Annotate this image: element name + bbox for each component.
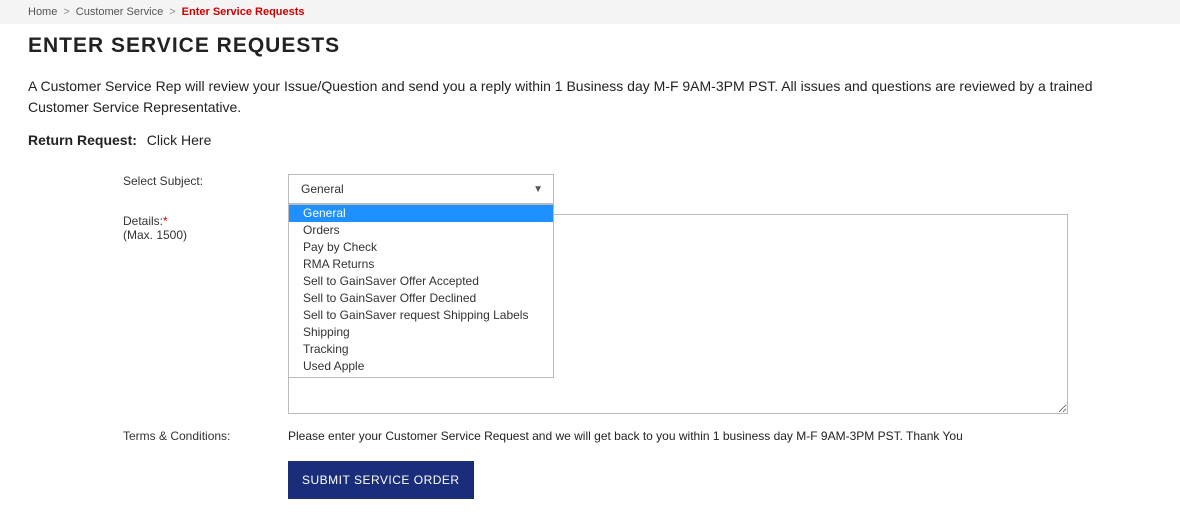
subject-select-value: General: [301, 182, 344, 196]
subject-option[interactable]: Shipping: [289, 324, 553, 341]
terms-label: Terms & Conditions:: [28, 429, 288, 499]
breadcrumb-current: Enter Service Requests: [182, 6, 305, 18]
breadcrumb-home[interactable]: Home: [28, 6, 57, 18]
subject-option[interactable]: Sell to GainSaver Offer Accepted: [289, 273, 553, 290]
page-title: ENTER SERVICE REQUESTS: [28, 34, 1152, 58]
required-asterisk-icon: *: [163, 214, 168, 228]
subject-option[interactable]: Tracking: [289, 341, 553, 358]
breadcrumb: Home > Customer Service > Enter Service …: [0, 0, 1180, 24]
subject-option[interactable]: Sell to GainSaver request Shipping Label…: [289, 307, 553, 324]
submit-button[interactable]: SUBMIT SERVICE ORDER: [288, 461, 474, 499]
breadcrumb-sep-icon: >: [169, 6, 175, 18]
subject-option[interactable]: Pay by Check: [289, 239, 553, 256]
subject-dropdown-list[interactable]: General Orders Pay by Check RMA Returns …: [288, 204, 554, 378]
return-line: Return Request: Click Here: [28, 132, 1152, 148]
return-request-link[interactable]: Click Here: [147, 132, 212, 148]
breadcrumb-sep-icon: >: [63, 6, 69, 18]
subject-label: Select Subject:: [28, 174, 288, 204]
subject-select[interactable]: General ▼: [288, 174, 554, 204]
chevron-down-icon: ▼: [533, 184, 543, 195]
subject-option[interactable]: Sell to GainSaver Offer Declined: [289, 290, 553, 307]
terms-text: Please enter your Customer Service Reque…: [288, 429, 1152, 443]
intro-text: A Customer Service Rep will review your …: [28, 76, 1152, 118]
breadcrumb-customer-service[interactable]: Customer Service: [76, 6, 163, 18]
return-request-label: Return Request:: [28, 132, 137, 148]
subject-option[interactable]: Used Apple: [289, 358, 553, 375]
subject-option[interactable]: Orders: [289, 222, 553, 239]
details-max: (Max. 1500): [123, 228, 187, 242]
subject-option[interactable]: RMA Returns: [289, 256, 553, 273]
subject-option[interactable]: General: [289, 205, 553, 222]
details-label: Details:: [123, 214, 163, 228]
